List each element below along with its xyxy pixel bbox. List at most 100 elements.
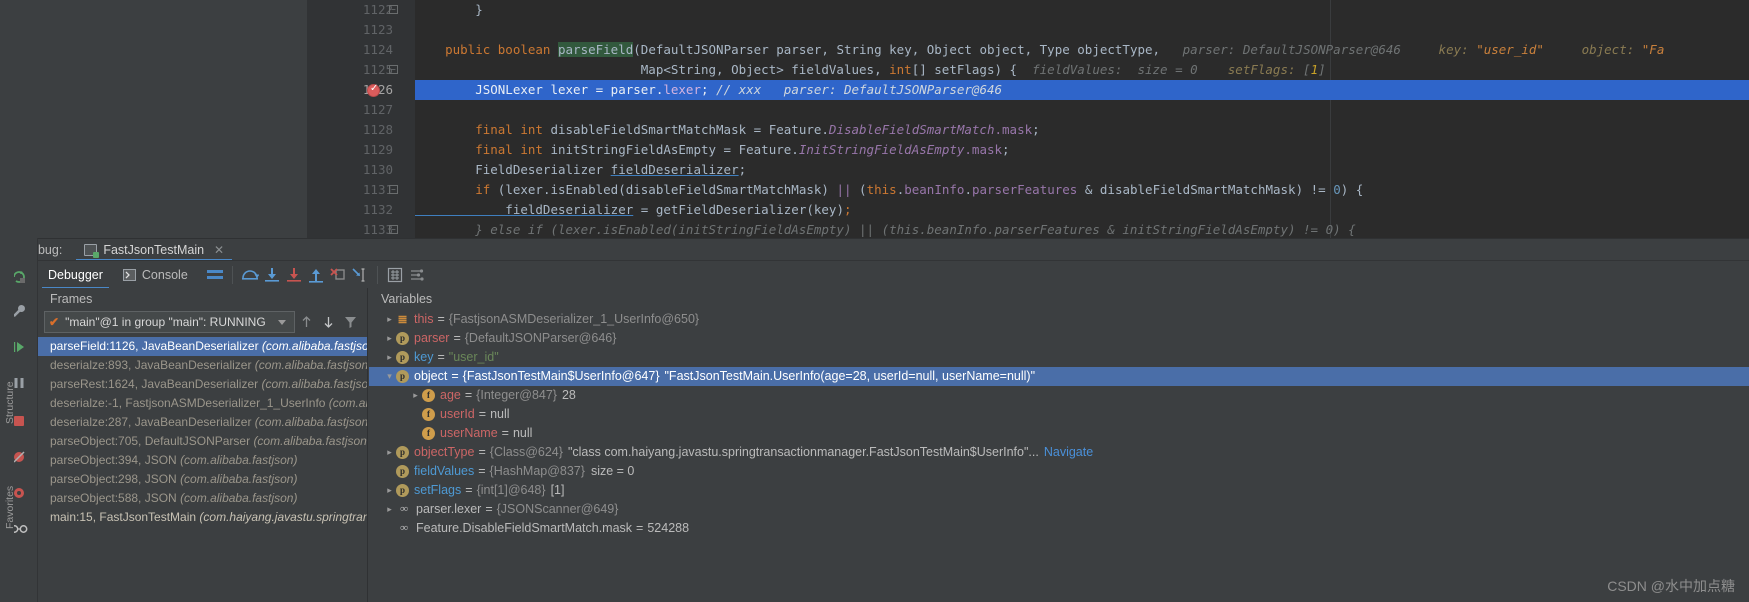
frame-row[interactable]: parseField:1126, JavaBeanDeserializer (c… <box>38 337 367 356</box>
arrow-down-icon[interactable] <box>317 311 339 333</box>
variable-name: userId <box>440 407 475 421</box>
fold-marker[interactable]: – <box>389 5 398 14</box>
variable-row-setflags[interactable]: ▸ p setFlags = {int[1]@648} [1] <box>369 481 1749 500</box>
tab-debugger[interactable]: Debugger <box>38 261 113 289</box>
equals-sign: = <box>485 502 493 516</box>
debug-tool-window: Debug: FastJsonTestMain ✕ Structure Favo… <box>0 238 1749 602</box>
frames-list[interactable]: parseField:1126, JavaBeanDeserializer (c… <box>38 337 367 527</box>
variable-name: objectType <box>414 445 475 459</box>
frame-row[interactable]: parseObject:588, JSON (com.alibaba.fastj… <box>38 489 367 508</box>
force-step-into-icon[interactable] <box>283 264 305 286</box>
variable-row-age[interactable]: ▸ f age = {Integer@847} 28 <box>369 386 1749 405</box>
step-over-icon[interactable] <box>239 264 261 286</box>
frame-package: (com.alibaba.fastjson) <box>180 453 298 467</box>
tab-console[interactable]: Console <box>113 261 198 289</box>
frame-label: deserialze:893, JavaBeanDeserializer <box>50 358 255 372</box>
fold-marker[interactable]: – <box>389 185 398 194</box>
variable-row-userid[interactable]: f userId = null <box>369 405 1749 424</box>
frame-row[interactable]: parseRest:1624, JavaBeanDeserializer (co… <box>38 375 367 394</box>
frame-row[interactable]: parseObject:394, JSON (com.alibaba.fastj… <box>38 451 367 470</box>
variable-row-objecttype[interactable]: ▸ p objectType = {Class@624} "class com.… <box>369 443 1749 462</box>
equals-sign: = <box>501 426 509 440</box>
variable-row-object[interactable]: ▾ p object = {FastJsonTestMain$UserInfo@… <box>369 367 1749 386</box>
code-line-1132: fieldDeserializer = getFieldDeserializer… <box>415 202 852 217</box>
line-number: 1131 <box>362 182 393 197</box>
chevron-right-icon[interactable]: ▸ <box>383 481 396 500</box>
rail-label-favorites[interactable]: Favorites <box>4 469 16 529</box>
equals-sign: = <box>478 407 487 421</box>
evaluate-expression-icon[interactable] <box>384 264 406 286</box>
line-number: 1122 <box>362 2 393 17</box>
frames-pane: Frames ✔ "main"@1 in group "main": RUNNI… <box>38 288 368 602</box>
equals-sign: = <box>451 369 459 383</box>
frame-row[interactable]: parseObject:298, JSON (com.alibaba.fastj… <box>38 470 367 489</box>
equals-sign: = <box>437 350 445 364</box>
frame-row[interactable]: parseObject:705, DefaultJSONParser (com.… <box>38 432 367 451</box>
step-out-icon[interactable] <box>305 264 327 286</box>
variable-row-this[interactable]: ▸ ≣ this = {FastjsonASMDeserializer_1_Us… <box>369 310 1749 329</box>
variable-row-feature-mask[interactable]: ∞ Feature.DisableFieldSmartMatch.mask = … <box>369 519 1749 538</box>
variable-value: 524288 <box>647 521 690 535</box>
thread-selector-row[interactable]: ✔ "main"@1 in group "main": RUNNING <box>44 311 361 333</box>
run-configuration-icon <box>84 243 100 258</box>
frame-label: parseObject:298, JSON <box>50 472 181 486</box>
frame-label: main:15, FastJsonTestMain <box>50 510 200 524</box>
chevron-right-icon[interactable]: ▸ <box>383 348 396 367</box>
code-line-1130: FieldDeserializer fieldDeserializer; <box>415 162 747 177</box>
frame-row[interactable]: deserialze:-1, FastjsonASMDeserializer_1… <box>38 394 367 413</box>
code-line-1133: } else if (lexer.isEnabled(initStringFie… <box>415 222 1356 237</box>
chevron-right-icon[interactable]: ▸ <box>383 500 396 519</box>
equals-sign: = <box>464 388 473 402</box>
fold-marker[interactable]: – <box>389 65 398 74</box>
chevron-down-icon[interactable]: ▾ <box>383 367 396 386</box>
variable-row-key[interactable]: ▸ p key = "user_id" <box>369 348 1749 367</box>
tab-console-label: Console <box>141 267 188 282</box>
frame-package: (com.alibaba.fastjson. <box>261 339 367 353</box>
navigate-link[interactable]: Navigate <box>1044 443 1093 462</box>
chevron-right-icon[interactable]: ▸ <box>383 329 396 348</box>
field-icon: f <box>422 389 435 402</box>
variable-row-parser-lexer[interactable]: ▸ ∞ parser.lexer = {JSONScanner@649} <box>369 500 1749 519</box>
close-icon[interactable]: ✕ <box>214 243 224 257</box>
variable-row-username[interactable]: f userName = null <box>369 424 1749 443</box>
variable-value: size = 0 <box>590 464 635 478</box>
chevron-right-icon[interactable]: ▸ <box>383 443 396 462</box>
debug-session-tab[interactable]: FastJsonTestMain ✕ <box>76 239 232 261</box>
ide-window: 1122 1123 1124 1125 1126 1127 1128 1129 … <box>0 0 1749 602</box>
code-line-1125: Map<String, Object> fieldValues, int[] s… <box>415 62 1326 77</box>
frame-row[interactable]: main:15, FastJsonTestMain (com.haiyang.j… <box>38 508 367 527</box>
filter-icon[interactable] <box>339 311 361 333</box>
frame-label: parseObject:705, DefaultJSONParser <box>50 434 254 448</box>
code-editor[interactable]: 1122 1123 1124 1125 1126 1127 1128 1129 … <box>0 0 1749 238</box>
frame-row[interactable]: deserialze:893, JavaBeanDeserializer (co… <box>38 356 367 375</box>
code-line-1131: if (lexer.isEnabled(disableFieldSmartMat… <box>415 182 1364 197</box>
drop-frame-icon[interactable] <box>327 264 349 286</box>
debugger-toolbar[interactable]: Debugger Console <box>38 260 1749 289</box>
layout-icon[interactable] <box>204 264 226 286</box>
frame-package: (com.alibaba.fastjson.p <box>254 415 367 429</box>
rail-label-structure[interactable]: Structure <box>4 364 16 424</box>
variable-row-fieldvalues[interactable]: p fieldValues = {HashMap@837} size = 0 <box>369 462 1749 481</box>
frames-header: Frames <box>50 292 93 306</box>
chevron-down-icon[interactable] <box>278 319 286 325</box>
code-text-area[interactable]: } public boolean parseField(DefaultJSONP… <box>415 0 1749 238</box>
fold-marker[interactable]: – <box>389 225 398 234</box>
variable-ref: {FastJsonTestMain$UserInfo@647} <box>462 369 660 383</box>
settings-icon[interactable] <box>406 264 428 286</box>
run-to-cursor-icon[interactable] <box>349 264 371 286</box>
variable-row-parser[interactable]: ▸ p parser = {DefaultJSONParser@646} <box>369 329 1749 348</box>
variable-ref: {JSONScanner@649} <box>496 502 619 516</box>
step-into-icon[interactable] <box>261 264 283 286</box>
parameter-icon: p <box>396 351 409 364</box>
arrow-up-icon[interactable] <box>295 311 317 333</box>
frame-package: (com.alibaba.fastjson) <box>180 472 298 486</box>
thread-combo[interactable]: ✔ "main"@1 in group "main": RUNNING <box>44 311 295 333</box>
frame-row[interactable]: deserialze:287, JavaBeanDeserializer (co… <box>38 413 367 432</box>
frame-label: parseObject:394, JSON <box>50 453 181 467</box>
chevron-right-icon[interactable]: ▸ <box>383 310 396 329</box>
breakpoint-icon[interactable] <box>367 83 380 97</box>
equals-sign: = <box>465 483 473 497</box>
variable-value: [1] <box>550 483 565 497</box>
variable-name: object <box>414 369 448 383</box>
chevron-right-icon[interactable]: ▸ <box>409 386 422 405</box>
